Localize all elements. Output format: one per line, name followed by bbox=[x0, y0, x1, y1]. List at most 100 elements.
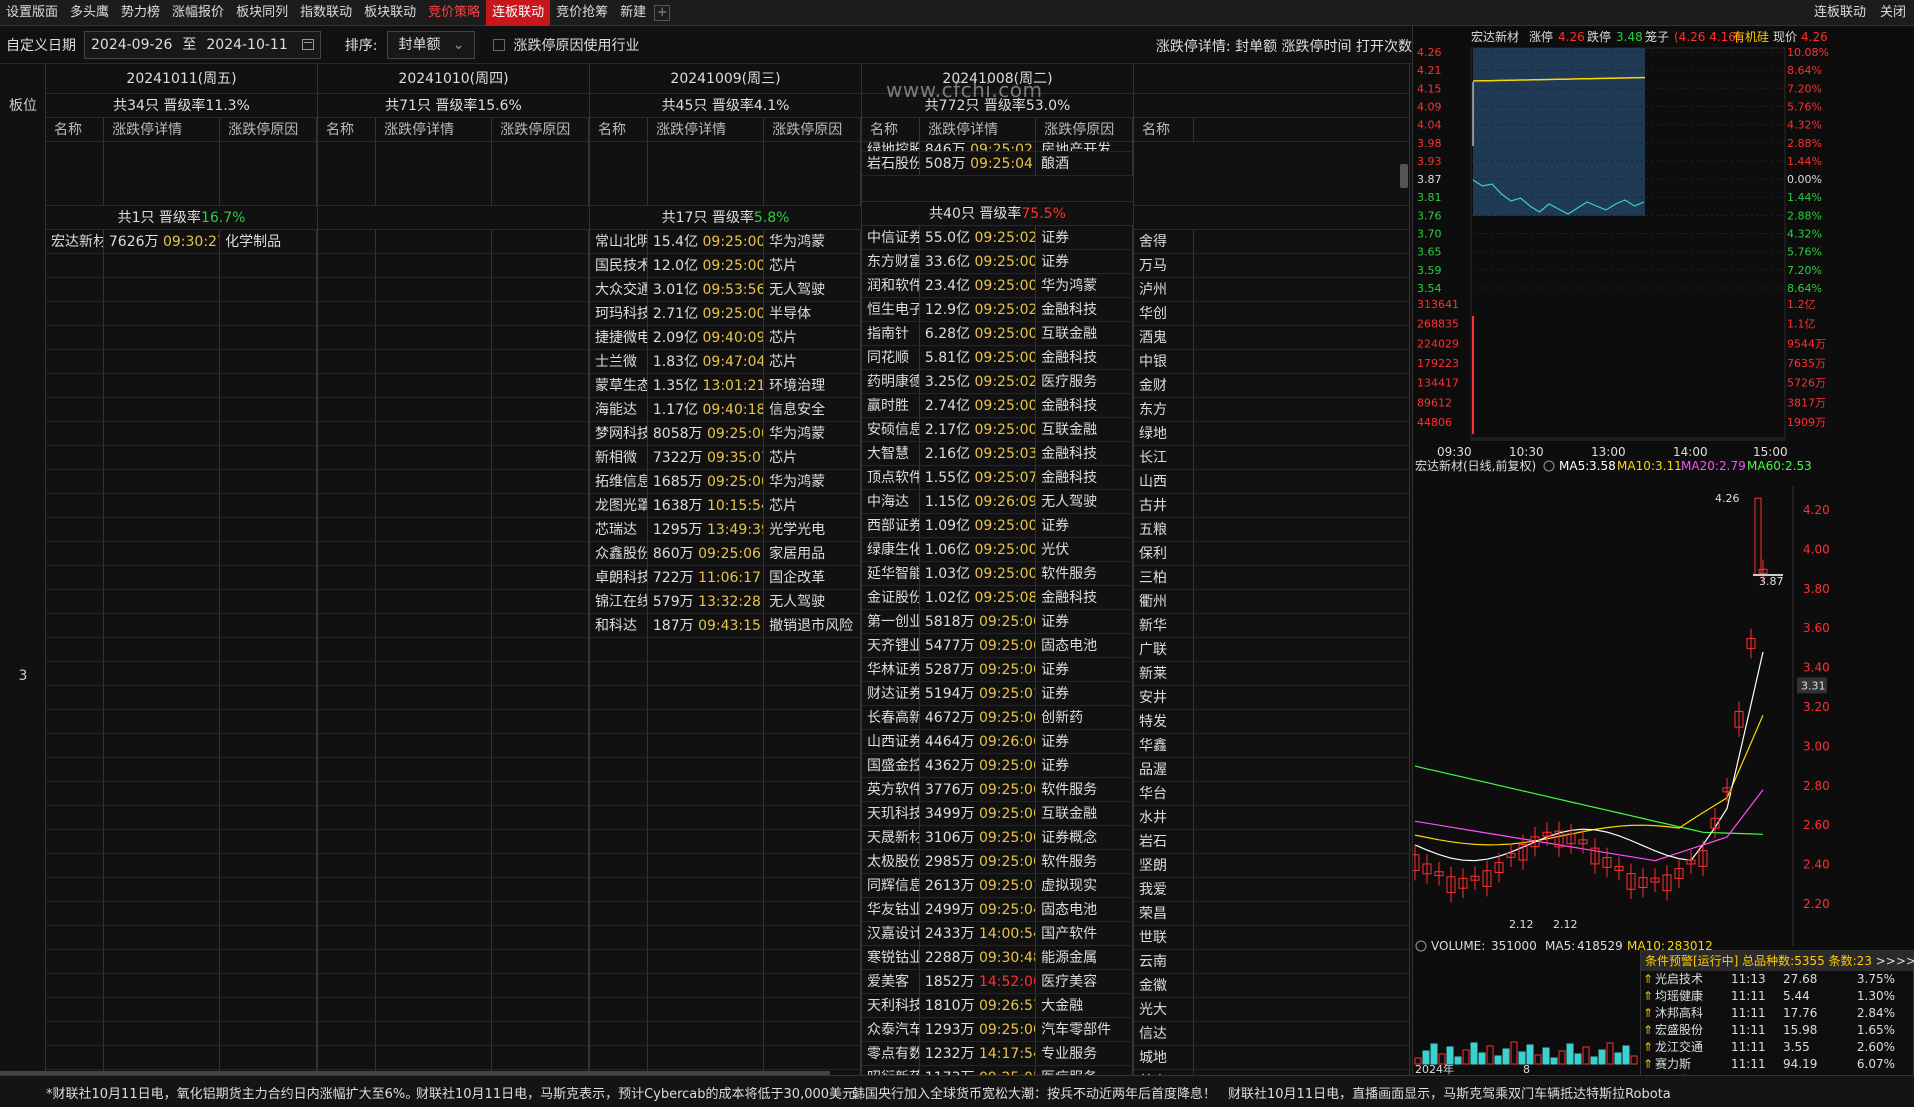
table-row[interactable]: 芯瑞达 1295万 13:49:39 0 光学光电 bbox=[590, 518, 861, 542]
table-row[interactable]: 华友钴业 2499万 09:25:04 8 固态电池 bbox=[862, 898, 1133, 922]
vertical-scrollbar[interactable] bbox=[1400, 164, 1408, 188]
stock-name[interactable]: 舍得 bbox=[1134, 230, 1194, 253]
stock-name[interactable]: 龙图光罩 bbox=[590, 494, 648, 517]
stock-name[interactable]: 中银 bbox=[1134, 350, 1194, 373]
table-row[interactable]: 大众交通 3.01亿 09:53:56 5 无人驾驶 bbox=[590, 278, 861, 302]
stock-name[interactable]: 坚朗 bbox=[1134, 854, 1194, 877]
table-row[interactable]: 士兰微 1.83亿 09:47:04 7 芯片 bbox=[590, 350, 861, 374]
table-row[interactable]: 天齐锂业 5477万 09:25:00 15 固态电池 bbox=[862, 634, 1133, 658]
header-name[interactable]: 名称 bbox=[46, 118, 105, 141]
table-row[interactable]: 华台 bbox=[1134, 782, 1409, 806]
stock-name[interactable]: 天玑科技 bbox=[862, 802, 920, 825]
stock-name[interactable]: 金财 bbox=[1134, 374, 1194, 397]
stock-name[interactable]: 绿地控股 bbox=[862, 138, 920, 151]
table-row[interactable]: 绿地控股 846万 09:25:02 1 房地产开发 bbox=[862, 138, 1133, 152]
alert-stock[interactable]: 赛力斯 bbox=[1655, 1056, 1731, 1073]
table-row[interactable]: 零点有数 1232万 14:17:54 0 专业服务 bbox=[862, 1042, 1133, 1066]
stock-name[interactable]: 金证股份 bbox=[862, 586, 920, 609]
stock-name[interactable]: 华林证券 bbox=[862, 658, 920, 681]
stock-name[interactable]: 恒生电子 bbox=[862, 298, 920, 321]
table-row[interactable]: 常山北明 15.4亿 09:25:00 0 华为鸿蒙 bbox=[590, 230, 861, 254]
stock-name[interactable]: 天晟新材 bbox=[862, 826, 920, 849]
alert-row[interactable]: ⇑ 均瑶健康 11:11 5.44 1.30% bbox=[1641, 988, 1913, 1005]
table-row[interactable]: 我爱 bbox=[1134, 878, 1409, 902]
stock-name[interactable]: 爱美客 bbox=[862, 970, 920, 993]
stock-name[interactable]: 天利科技 bbox=[862, 994, 920, 1017]
table-row[interactable]: 品渥 bbox=[1134, 758, 1409, 782]
table-row[interactable]: 国盛金控 4362万 09:25:00 21 证券 bbox=[862, 754, 1133, 778]
stock-name[interactable]: 五粮 bbox=[1134, 518, 1194, 541]
table-row[interactable]: 光大 bbox=[1134, 998, 1409, 1022]
stock-name[interactable]: 海能达 bbox=[590, 398, 648, 421]
table-row[interactable]: 岩石 bbox=[1134, 830, 1409, 854]
tab-chain-linkage[interactable]: 连板联动 bbox=[486, 0, 551, 26]
table-row[interactable]: 坚朗 bbox=[1134, 854, 1409, 878]
day-date[interactable]: 20241010(周四) bbox=[318, 64, 589, 94]
table-row[interactable]: 昭衍新药 1173万 09:25:05 2 医疗服务 bbox=[862, 1066, 1133, 1075]
stock-name[interactable]: 荣昌 bbox=[1134, 902, 1194, 925]
stock-name[interactable]: 西部证券 bbox=[862, 514, 920, 537]
tab-bull-eagle[interactable]: 多头鹰 bbox=[64, 0, 115, 26]
stock-name[interactable]: 衢州 bbox=[1134, 590, 1194, 613]
stock-name[interactable]: 东方财富 bbox=[862, 250, 920, 273]
table-row[interactable]: 三柏 bbox=[1134, 566, 1409, 590]
table-row[interactable]: 特发 bbox=[1134, 710, 1409, 734]
stock-name[interactable]: 酒鬼 bbox=[1134, 326, 1194, 349]
ticker-news[interactable]: *财联社10月11日电，氧化铝期货主力合约日内涨幅扩大至6%。 bbox=[46, 1083, 418, 1102]
add-tab-icon[interactable]: + bbox=[654, 4, 671, 21]
table-row[interactable]: 顶点软件 1.55亿 09:25:07 0 金融科技 bbox=[862, 466, 1133, 490]
table-row[interactable]: 天晟新材 3106万 09:25:00 4 证券概念 bbox=[862, 826, 1133, 850]
table-row[interactable]: 绿康生化 1.06亿 09:25:00 0 光伏 bbox=[862, 538, 1133, 562]
table-row[interactable]: 华鑫 bbox=[1134, 734, 1409, 758]
table-row[interactable]: 和科达 187万 09:43:15 57 撤销退市风险 bbox=[590, 614, 861, 638]
alert-row[interactable]: ⇑ 沐邦高科 11:11 17.76 2.84% bbox=[1641, 1005, 1913, 1022]
table-row[interactable]: 东方 bbox=[1134, 398, 1409, 422]
alert-stock[interactable]: 光启技术 bbox=[1655, 971, 1731, 988]
stock-name[interactable]: 中信证券 bbox=[862, 226, 920, 249]
table-row[interactable]: 五粮 bbox=[1134, 518, 1409, 542]
stock-name[interactable]: 英方软件 bbox=[862, 778, 920, 801]
table-row[interactable]: 东方财富 33.6亿 09:25:00 11 证券 bbox=[862, 250, 1133, 274]
table-row[interactable]: 龙图光罩 1638万 10:15:54 2 芯片 bbox=[590, 494, 861, 518]
stock-name[interactable]: 芯瑞达 bbox=[590, 518, 648, 541]
table-row[interactable]: 爱美客 1852万 14:52:00 0 医疗美容 bbox=[862, 970, 1133, 994]
stock-name[interactable]: 众鑫股份 bbox=[590, 542, 648, 565]
stock-name[interactable]: 东方 bbox=[1134, 398, 1194, 421]
stock-name[interactable]: 绿地 bbox=[1134, 422, 1194, 445]
table-row[interactable]: 指南针 6.28亿 09:25:00 1 互联金融 bbox=[862, 322, 1133, 346]
table-row[interactable]: 珂玛科技 2.71亿 09:25:00 0 半导体 bbox=[590, 302, 861, 326]
alert-stock[interactable]: 沐邦高科 bbox=[1655, 1005, 1731, 1022]
table-row[interactable]: 同辉信息 2613万 09:25:01 1 虚拟现实 bbox=[862, 874, 1133, 898]
table-row[interactable]: 新华 bbox=[1134, 614, 1409, 638]
stock-name[interactable]: 金徽 bbox=[1134, 974, 1194, 997]
stock-name[interactable]: 华鑫 bbox=[1134, 734, 1194, 757]
tab-index-link[interactable]: 指数联动 bbox=[294, 0, 358, 26]
stock-name[interactable]: 常山北明 bbox=[590, 230, 648, 253]
tab-sector-link[interactable]: 板块联动 bbox=[358, 0, 422, 26]
table-row[interactable]: 蒙草生态 1.35亿 13:01:21 0 环境治理 bbox=[590, 374, 861, 398]
table-row[interactable]: 天玑科技 3499万 09:25:00 8 互联金融 bbox=[862, 802, 1133, 826]
stock-name[interactable]: 保利 bbox=[1134, 542, 1194, 565]
table-row[interactable]: 信达 bbox=[1134, 1022, 1409, 1046]
stock-name[interactable]: 新华 bbox=[1134, 614, 1194, 637]
stock-name[interactable]: 药明康德 bbox=[862, 370, 920, 393]
table-row[interactable]: 海能达 1.17亿 09:40:18 9 信息安全 bbox=[590, 398, 861, 422]
ticker-news[interactable]: 财联社10月11日电，直播画面显示，马斯克驾乘双门车辆抵达特斯拉Robota bbox=[1228, 1083, 1671, 1102]
table-row[interactable]: 新相微 7322万 09:35:07 5 芯片 bbox=[590, 446, 861, 470]
stock-name[interactable]: 光大 bbox=[1134, 998, 1194, 1021]
table-row[interactable]: 太极股份 2985万 09:25:00 3 软件服务 bbox=[862, 850, 1133, 874]
table-row[interactable]: 舍得 bbox=[1134, 230, 1409, 254]
stock-name[interactable]: 寒锐钴业 bbox=[862, 946, 920, 969]
header-name[interactable]: 名称 bbox=[590, 118, 649, 141]
table-row[interactable]: 中银 bbox=[1134, 350, 1409, 374]
table-row[interactable]: 山西证券 4464万 09:26:06 20 证券 bbox=[862, 730, 1133, 754]
stock-name[interactable]: 世联 bbox=[1134, 926, 1194, 949]
date-from[interactable]: 2024-09-26 bbox=[91, 32, 172, 58]
sort-select[interactable]: 封单额 ⌄ bbox=[387, 30, 476, 59]
stock-name[interactable]: 我爱 bbox=[1134, 878, 1194, 901]
header-detail[interactable]: 涨跌停详情 bbox=[376, 118, 493, 141]
table-row[interactable]: 广联 bbox=[1134, 638, 1409, 662]
tab-power-rank[interactable]: 势力榜 bbox=[115, 0, 166, 26]
table-row[interactable]: 酒鬼 bbox=[1134, 326, 1409, 350]
ticker-news[interactable]: 韩国央行加入全球货币宽松大潮：按兵不动近两年后首度降息！ bbox=[852, 1083, 1216, 1102]
